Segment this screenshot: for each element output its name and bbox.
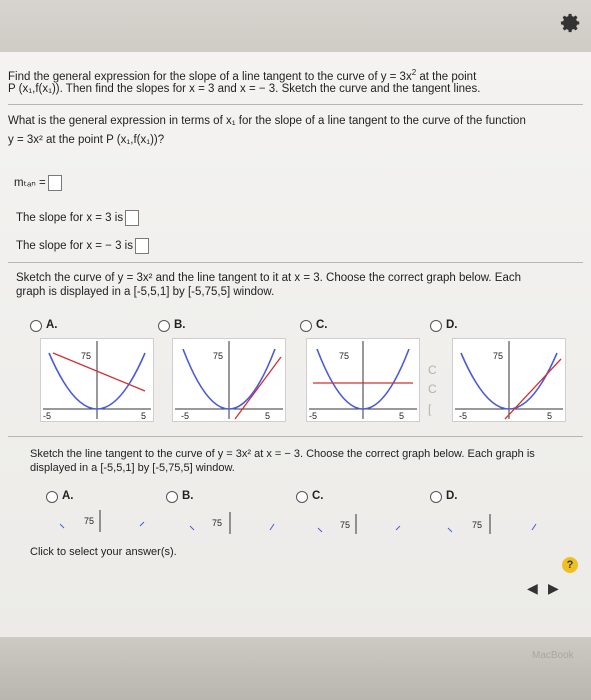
y-tick-75: 75 [212,518,223,528]
option-c-label: C. [316,319,328,331]
option2-d-label: D. [446,490,458,502]
faint-mark: C [428,363,437,377]
graph2-option-a[interactable]: 75 [56,506,156,532]
option-d-radio[interactable] [430,320,442,332]
slope-neg3-row: The slope for x = − 3 is [16,238,149,254]
option2-a-label: A. [62,490,74,502]
x-tick-min: -5 [309,411,318,421]
faint-mark: [ [428,402,432,416]
option2-c-label: C. [312,490,324,502]
subquestion-line1: What is the general expression in terms … [8,115,526,127]
mtan-row: mₜₐₙ = [14,175,62,191]
option2-d-radio[interactable] [430,491,442,503]
x-tick-max: 5 [141,411,147,421]
sketch2-line1: Sketch the line tangent to the curve of … [30,448,535,460]
y-tick-75: 75 [472,520,483,530]
y-tick-75: 75 [213,351,224,361]
option-a-label: A. [46,319,58,331]
graph2-option-c[interactable]: 75 [316,512,416,534]
option2-b-radio[interactable] [166,491,178,503]
laptop-bezel: MacBook [0,637,591,700]
x-tick-min: -5 [181,411,190,421]
y-tick-75: 75 [81,351,92,361]
question-text-line2: P (x₁,f(x₁)). Then find the slopes for x… [8,83,481,95]
y-tick-75: 75 [339,351,350,361]
y-tick-75: 75 [340,520,351,530]
graph2-option-d[interactable]: 75 [446,512,546,534]
sketch1-line2: graph is displayed in a [-5,5,1] by [-5,… [16,286,275,298]
sketch2-line2: displayed in a [-5,5,1] by [-5,75,5] win… [30,462,235,474]
sketch1-line1: Sketch the curve of y = 3x² and the line… [16,272,522,284]
divider [8,104,583,105]
divider [8,262,583,263]
x-tick-max: 5 [399,411,405,421]
previous-arrow-icon[interactable]: ◀ [527,580,538,597]
faint-mark: C [428,382,437,396]
option-a-radio[interactable] [30,320,42,332]
y-tick-75: 75 [84,516,95,526]
option-b-radio[interactable] [158,320,170,332]
x-tick-max: 5 [265,411,271,421]
click-instruction: Click to select your answer(s). [30,546,177,558]
option2-c-radio[interactable] [296,491,308,503]
graph-option-c[interactable]: 75 -5 5 [306,338,420,422]
graph2-option-b[interactable]: 75 [186,510,286,534]
next-arrow-icon[interactable]: ▶ [548,580,559,597]
x-tick-max: 5 [547,411,553,421]
option-c-radio[interactable] [300,320,312,332]
y-tick-75: 75 [493,351,504,361]
graph-option-b[interactable]: 75 -5 5 [172,338,286,422]
slope-neg3-answer-input[interactable] [134,238,149,254]
top-toolbar [0,0,591,52]
x-tick-min: -5 [43,411,52,421]
subquestion-line2: y = 3x² at the point P (x₁,f(x₁))? [8,134,165,146]
divider [8,436,583,437]
option-d-label: D. [446,319,458,331]
slope-3-row: The slope for x = 3 is [16,210,140,226]
macbook-watermark: MacBook [532,650,574,661]
slope-3-answer-input[interactable] [125,210,140,226]
option2-b-label: B. [182,490,194,502]
mtan-answer-input[interactable] [47,175,62,191]
option-b-label: B. [174,319,186,331]
graph-option-a[interactable]: 75 -5 5 [40,338,154,422]
option2-a-radio[interactable] [46,491,58,503]
x-tick-min: -5 [459,411,468,421]
gear-icon[interactable] [560,12,582,34]
graph-option-d[interactable]: 75 -5 5 [452,338,566,422]
help-button[interactable]: ? [562,557,578,573]
